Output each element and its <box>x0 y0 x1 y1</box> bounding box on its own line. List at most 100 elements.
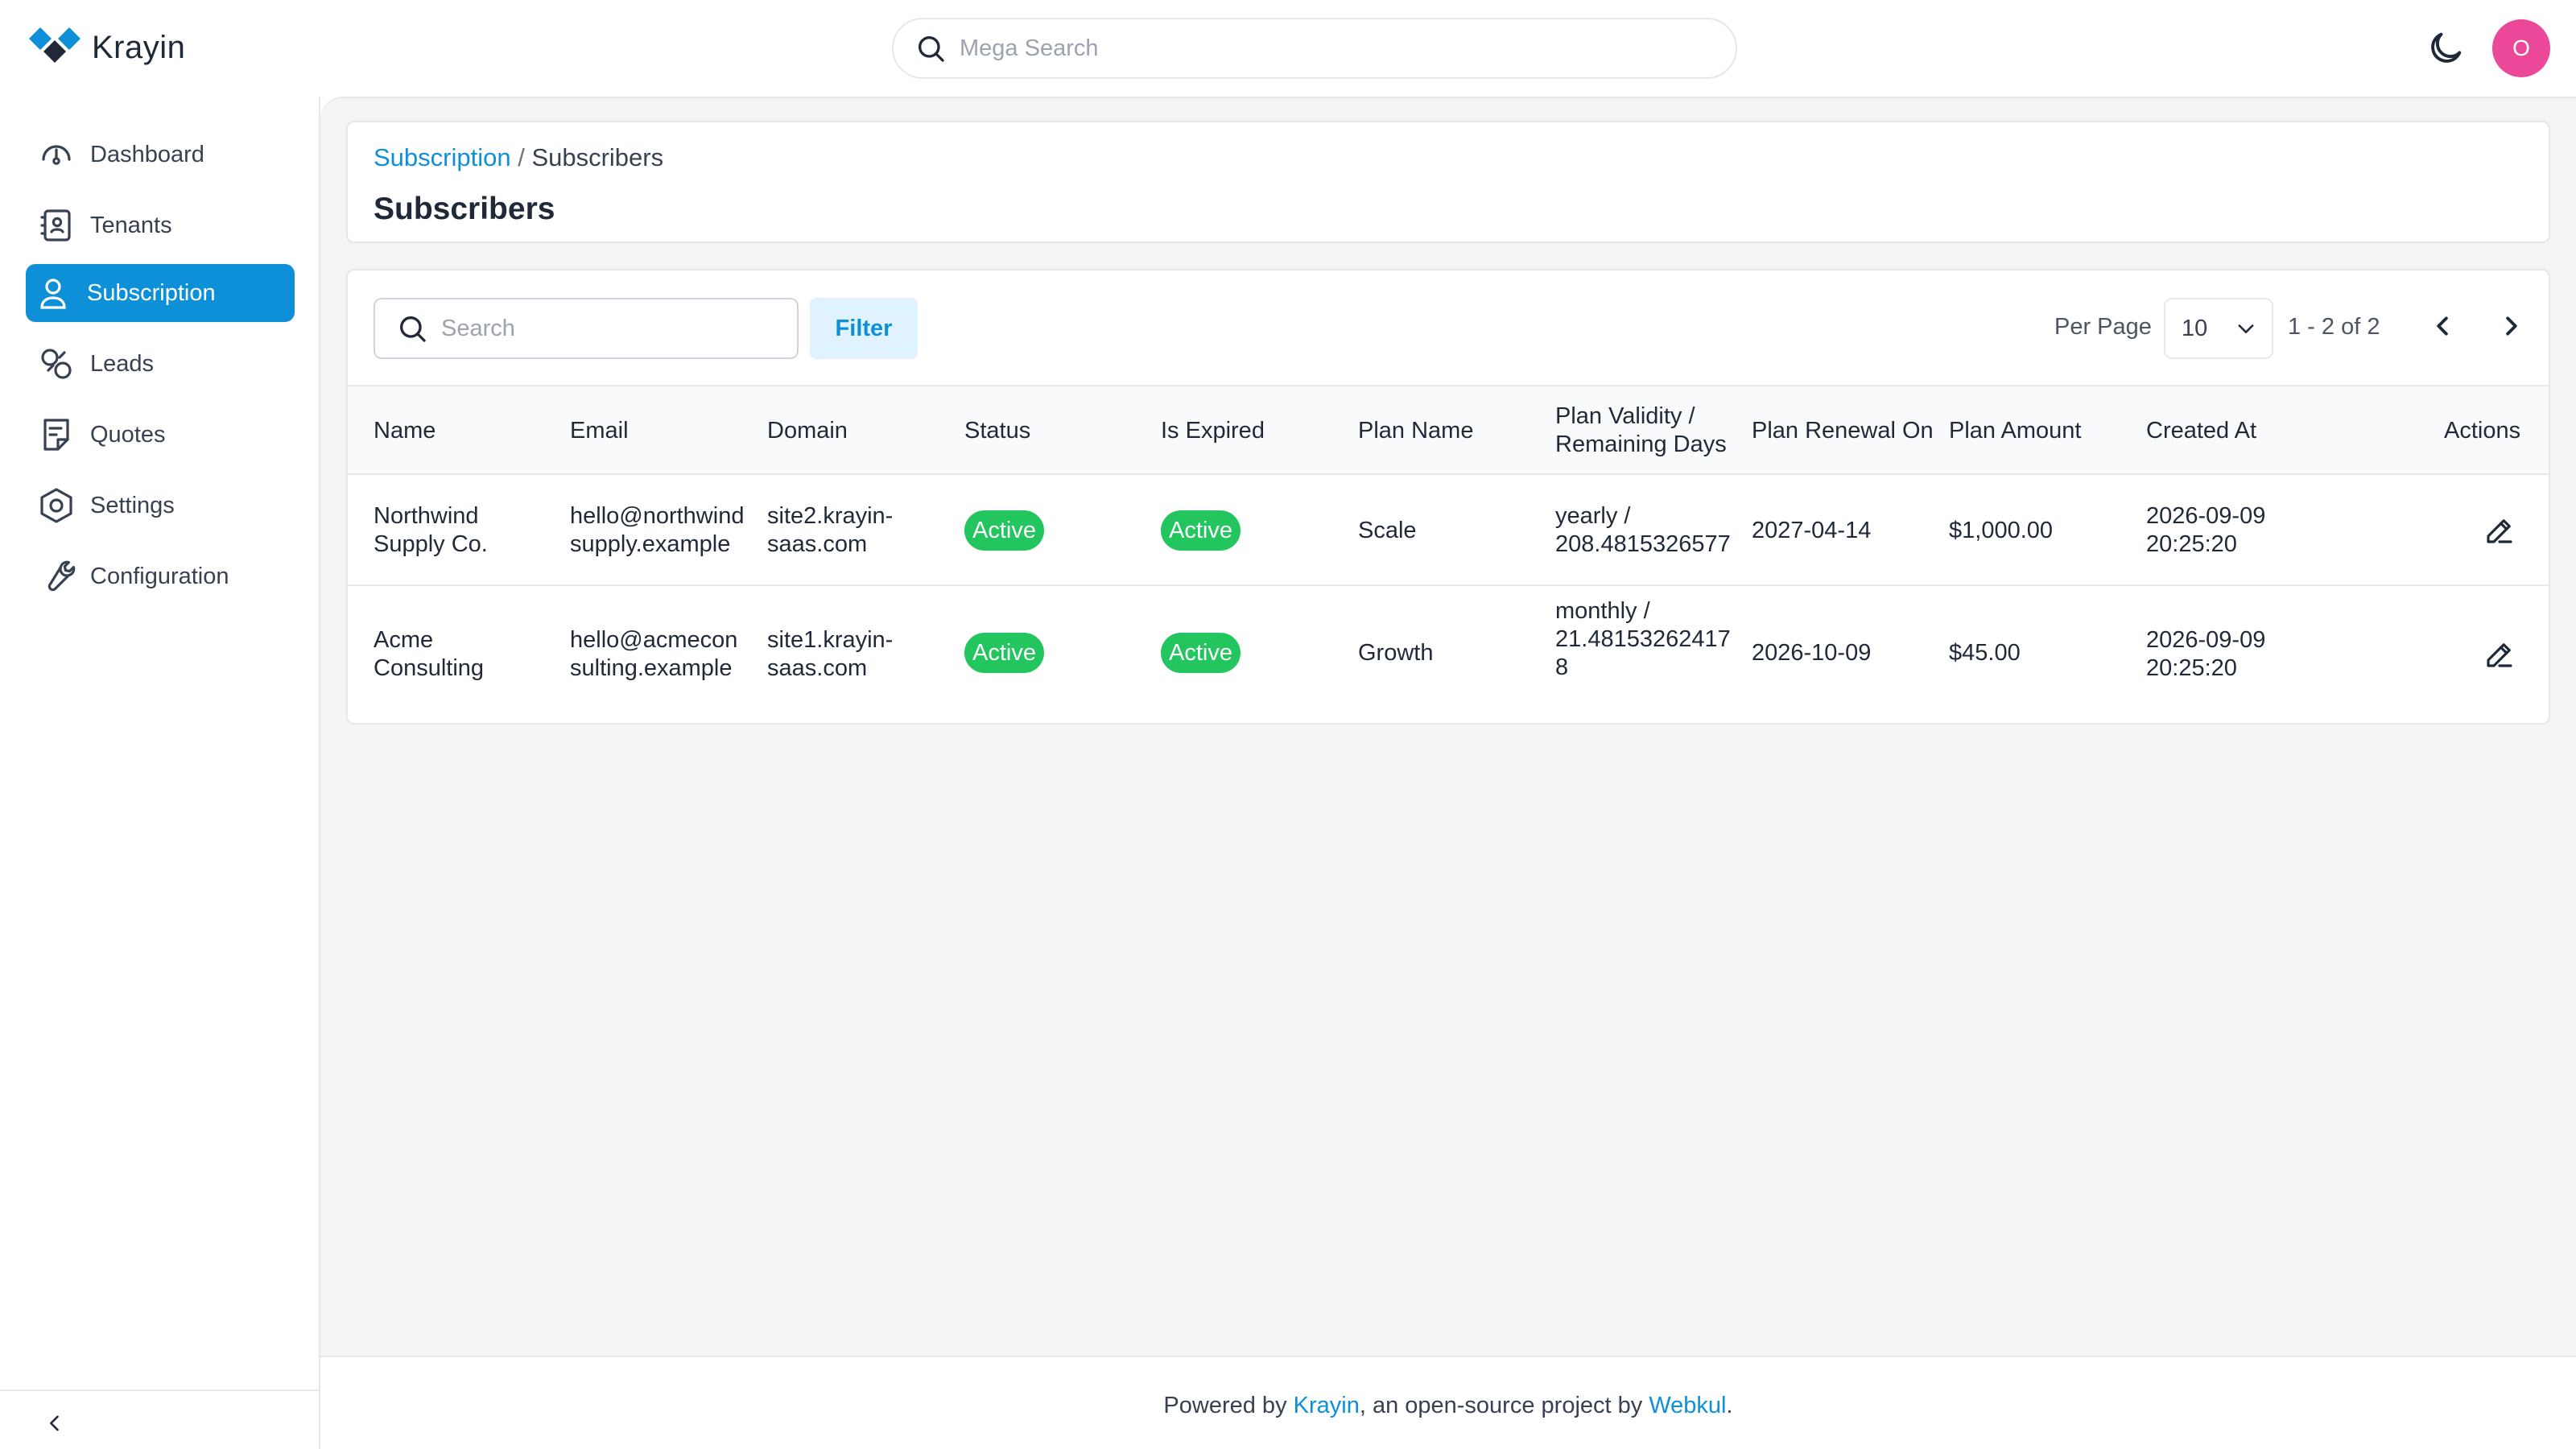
cell-plan-renewal: 2026-10-09 <box>1752 640 1872 666</box>
sidebar-item-label: Tenants <box>90 212 172 238</box>
sidebar-item-label: Leads <box>90 350 155 377</box>
footer-link-webkul[interactable]: Webkul <box>1649 1393 1726 1418</box>
column-header-created-at[interactable]: Created At <box>2146 417 2256 445</box>
cell-line: 2026-09-09 <box>2146 627 2266 653</box>
cell-plan-validity: yearly / 208.4815326577 <box>1555 502 1731 559</box>
cell-domain: site2.krayin- saas.com <box>767 502 893 559</box>
footer-text: . <box>1726 1393 1733 1418</box>
app-logo[interactable]: Krayin <box>29 27 185 68</box>
datagrid-search-input[interactable] <box>441 315 779 342</box>
sidebar-item-tenants[interactable]: Tenants <box>26 196 295 254</box>
table-row: Northwind Supply Co. hello@northwind sup… <box>348 475 2549 586</box>
footer-text: Powered by <box>1163 1393 1294 1418</box>
sidebar-item-label: Dashboard <box>90 141 204 167</box>
user-avatar[interactable]: O <box>2492 19 2550 77</box>
user-icon <box>40 279 66 309</box>
quotes-icon <box>43 419 69 451</box>
cell-line: hello@northwind <box>570 503 745 529</box>
cell-line: Northwind <box>374 503 479 529</box>
footer-text: , an open-source project by <box>1359 1393 1649 1418</box>
pagination-info: 1 - 2 of 2 <box>2288 314 2380 340</box>
column-header-name[interactable]: Name <box>374 417 436 445</box>
column-header-line: Plan Validity / <box>1555 403 1695 429</box>
mega-search-bar[interactable] <box>892 18 1737 79</box>
next-page-button[interactable] <box>2492 308 2529 349</box>
column-header-status[interactable]: Status <box>964 417 1030 445</box>
status-badge: Active <box>964 633 1044 673</box>
edit-button[interactable] <box>2483 638 2516 675</box>
cell-plan-name: Scale <box>1358 518 1417 543</box>
chevron-right-icon <box>2506 316 2517 336</box>
cell-plan-amount: $1,000.00 <box>1949 518 2054 543</box>
cell-name: Northwind Supply Co. <box>374 502 488 559</box>
chevron-down-icon <box>2238 324 2254 333</box>
page-footer: Powered by Krayin, an open-source projec… <box>320 1356 2576 1449</box>
sidebar-item-leads[interactable]: Leads <box>26 335 295 393</box>
app-name: Krayin <box>92 29 186 65</box>
dashboard-icon <box>42 145 71 165</box>
mega-search-input[interactable] <box>960 35 1684 62</box>
cell-line: saas.com <box>767 531 868 557</box>
leads-icon <box>41 349 72 379</box>
cell-line: 2026-09-09 <box>2146 503 2266 529</box>
cell-plan-amount: $45.00 <box>1949 640 2021 666</box>
tenants-icon <box>40 209 71 242</box>
column-header-domain[interactable]: Domain <box>767 417 848 445</box>
cell-line: Supply Co. <box>374 531 488 557</box>
subscribers-datagrid: Filter Per Page 10 1 - 2 of 2 <box>346 269 2550 724</box>
column-header-line: Remaining Days <box>1555 431 1727 457</box>
is-expired-badge: Active <box>1161 510 1241 551</box>
sidebar-item-settings[interactable]: Settings <box>26 477 295 535</box>
edit-button[interactable] <box>2483 514 2516 551</box>
pencil-icon <box>2487 643 2512 667</box>
table-header: Name Email Domain Status Is Expired Plan… <box>348 386 2549 475</box>
cell-plan-validity: monthly / 21.48153262417 8 <box>1555 597 1731 682</box>
cell-line: saas.com <box>767 655 868 681</box>
per-page-label: Per Page <box>2054 314 2152 340</box>
avatar-initial: O <box>2512 35 2530 60</box>
column-header-is-expired[interactable]: Is Expired <box>1161 417 1265 445</box>
moon-icon <box>2431 32 2462 63</box>
cell-line: 208.4815326577 <box>1555 531 1731 557</box>
cell-line: sulting.example <box>570 655 733 681</box>
sidebar-item-configuration[interactable]: Configuration <box>26 547 295 605</box>
collapse-sidebar-button[interactable] <box>43 1412 66 1439</box>
cell-plan-renewal: 2027-04-14 <box>1752 518 1872 543</box>
breadcrumb-separator: / <box>510 143 532 171</box>
cell-created-at: 2026-09-09 20:25:20 <box>2146 502 2265 559</box>
cell-line: site1.krayin- <box>767 627 894 653</box>
sidebar-item-quotes[interactable]: Quotes <box>26 406 295 464</box>
krayin-logo-icon <box>29 27 80 63</box>
top-header: Krayin O <box>0 0 2576 97</box>
sidebar-item-dashboard[interactable]: Dashboard <box>26 126 295 184</box>
column-header-plan-renewal[interactable]: Plan Renewal On <box>1752 417 1934 445</box>
cell-line: supply.example <box>570 531 731 557</box>
breadcrumb-link-subscription[interactable]: Subscription <box>374 143 511 171</box>
sidebar-footer <box>0 1389 320 1449</box>
cell-name: Acme Consulting <box>374 626 484 683</box>
column-header-email[interactable]: Email <box>570 417 629 445</box>
chevron-left-icon <box>50 1415 59 1431</box>
filter-button[interactable]: Filter <box>810 298 918 359</box>
table-row: Acme Consulting hello@acmecon sulting.ex… <box>348 586 2549 723</box>
cell-email: hello@northwind supply.example <box>570 502 744 559</box>
footer-link-krayin[interactable]: Krayin <box>1294 1393 1360 1418</box>
cell-line: monthly / <box>1555 598 1650 624</box>
cell-line: 20:25:20 <box>2146 655 2237 681</box>
column-header-plan-amount[interactable]: Plan Amount <box>1949 417 2081 445</box>
datagrid-search[interactable] <box>374 298 799 359</box>
sidebar-item-subscription[interactable]: Subscription <box>26 264 295 322</box>
previous-page-button[interactable] <box>2425 308 2462 349</box>
search-icon <box>400 316 426 342</box>
per-page-value: 10 <box>2182 315 2208 341</box>
main-content: Subscription / Subscribers Subscribers F… <box>320 97 2576 1356</box>
per-page-select[interactable]: 10 <box>2164 298 2273 359</box>
cell-line: yearly / <box>1555 503 1631 529</box>
cell-email: hello@acmecon sulting.example <box>570 626 737 683</box>
column-header-plan-name[interactable]: Plan Name <box>1358 417 1473 445</box>
column-header-plan-validity[interactable]: Plan Validity / Remaining Days <box>1555 402 1727 459</box>
sidebar-item-label: Quotes <box>90 421 166 448</box>
chevron-left-icon <box>2437 316 2448 336</box>
dark-mode-toggle[interactable] <box>2425 27 2467 73</box>
page-header-card: Subscription / Subscribers Subscribers <box>346 121 2550 243</box>
